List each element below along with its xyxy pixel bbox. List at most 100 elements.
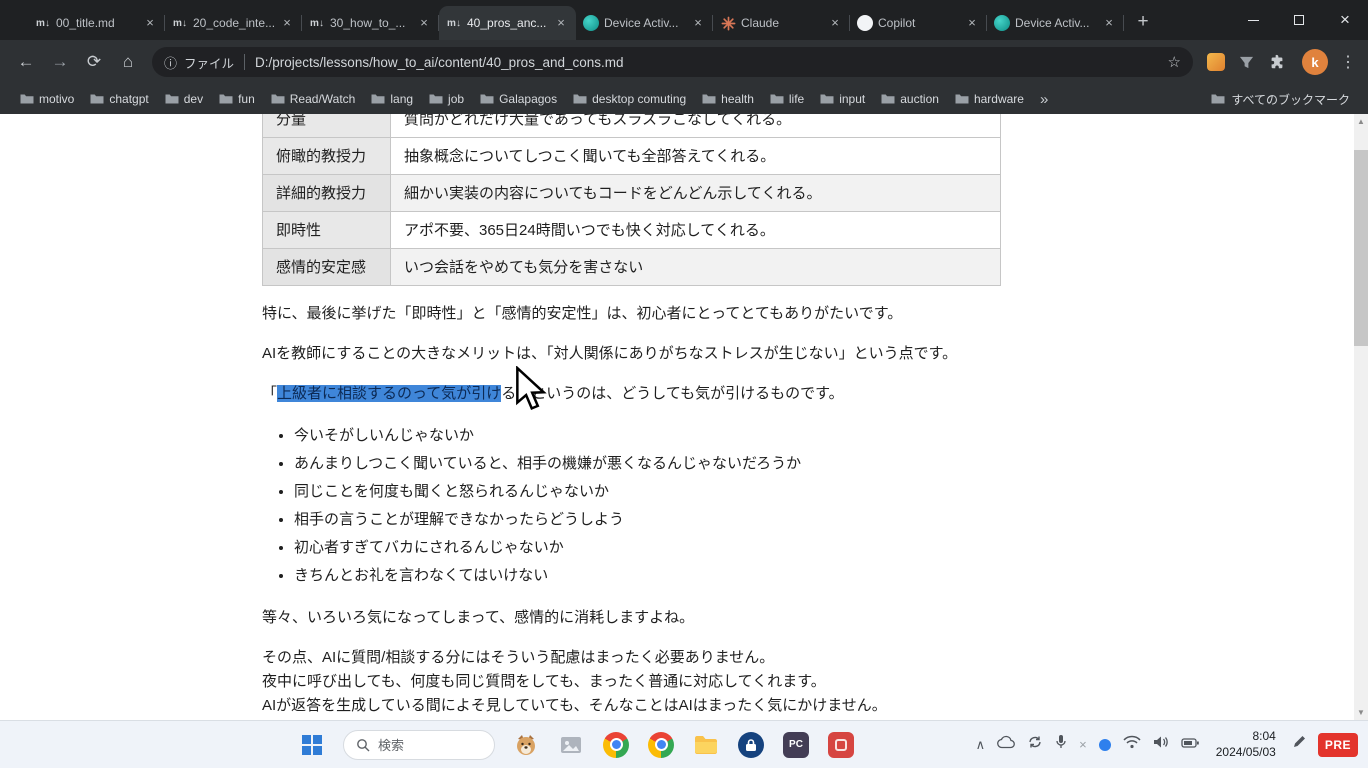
tray-chevron-icon[interactable]: ∧ <box>976 737 986 753</box>
bookmark-item[interactable]: input <box>812 89 873 109</box>
browser-tab[interactable]: m↓ 30_how_to_... × <box>302 6 439 40</box>
list-item: 今いそがしいんじゃないか <box>294 422 1100 450</box>
microphone-icon[interactable] <box>1055 734 1067 755</box>
tab-close-icon[interactable]: × <box>964 15 980 31</box>
volume-icon[interactable] <box>1153 735 1169 754</box>
mouse-cursor <box>515 366 551 414</box>
window-controls: × <box>1230 0 1368 40</box>
scroll-up-icon[interactable]: ▲ <box>1357 114 1365 129</box>
clock-time: 8:04 <box>1216 729 1276 745</box>
bookmark-label: job <box>448 92 464 106</box>
folder-icon <box>271 93 285 105</box>
bookmark-item[interactable]: health <box>694 89 762 109</box>
forward-button[interactable]: → <box>44 46 76 78</box>
browser-menu-icon[interactable]: ⋮ <box>1338 52 1358 72</box>
bookmark-item[interactable]: chatgpt <box>82 89 156 109</box>
bookmark-item[interactable]: lang <box>363 89 421 109</box>
tab-title: 20_code_inte... <box>193 16 274 30</box>
table-key-cell: 感情的安定感 <box>263 249 391 286</box>
pinned-app-file-explorer[interactable] <box>692 731 720 759</box>
tray-x-icon[interactable]: × <box>1079 737 1087 752</box>
tab-title: 00_title.md <box>56 16 137 30</box>
bookmark-item[interactable]: desktop comuting <box>565 89 694 109</box>
bookmark-label: lang <box>390 92 413 106</box>
search-placeholder: 検索 <box>378 735 404 754</box>
bookmark-item[interactable]: Galapagos <box>472 89 565 109</box>
tab-title: 40_pros_anc... <box>467 16 548 30</box>
close-window-button[interactable]: × <box>1322 0 1368 40</box>
tab-close-icon[interactable]: × <box>827 15 843 31</box>
pen-icon[interactable] <box>1292 735 1306 754</box>
tab-close-icon[interactable]: × <box>553 15 569 31</box>
minimize-button[interactable] <box>1230 0 1276 40</box>
taskbar-clock[interactable]: 8:04 2024/05/03 <box>1216 729 1276 760</box>
bookmark-item[interactable]: auction <box>873 89 947 109</box>
sync-icon[interactable] <box>1027 734 1043 755</box>
browser-tab[interactable]: Copilot × <box>850 6 987 40</box>
reload-button[interactable]: ⟳ <box>78 46 110 78</box>
bookmark-label: Read/Watch <box>290 92 356 106</box>
battery-icon[interactable] <box>1181 736 1200 754</box>
taskbar-search[interactable]: 検索 <box>343 730 495 760</box>
pinned-app-image-viewer[interactable] <box>557 731 585 759</box>
extensions-puzzle-icon[interactable] <box>1268 53 1286 71</box>
tab-close-icon[interactable]: × <box>690 15 706 31</box>
browser-tab-active[interactable]: m↓ 40_pros_anc... × <box>439 6 576 40</box>
windows-taskbar: 検索 PC ∧ × 8:04 2024/05/03 <box>0 720 1368 768</box>
network-icon[interactable] <box>1123 735 1141 754</box>
table-value-cell: 質問がどれだけ大量であってもスラスラこなしてくれる。 <box>391 114 1001 138</box>
scrollbar-thumb[interactable] <box>1354 150 1368 346</box>
bookmark-item[interactable]: dev <box>157 89 211 109</box>
pinned-app-pc[interactable]: PC <box>782 731 810 759</box>
chrome-icon <box>603 732 629 758</box>
bookmark-label: auction <box>900 92 939 106</box>
browser-tab[interactable]: m↓ 20_code_inte... × <box>165 6 302 40</box>
folder-icon <box>1211 93 1225 105</box>
home-button[interactable]: ⌂ <box>112 46 144 78</box>
bookmark-item[interactable]: motivo <box>12 89 82 109</box>
table-value-cell: 抽象概念についてしつこく聞いても全部答えてくれる。 <box>391 138 1001 175</box>
bookmark-item[interactable]: hardware <box>947 89 1032 109</box>
bookmark-item[interactable]: Read/Watch <box>263 89 364 109</box>
extension-icon-orange[interactable] <box>1207 53 1225 71</box>
tab-close-icon[interactable]: × <box>142 15 158 31</box>
page-info-icon[interactable]: ⓘ <box>164 53 177 72</box>
concerns-list: 今いそがしいんじゃないか あんまりしつこく聞いていると、相手の機嫌が悪くなるんじ… <box>262 422 1100 590</box>
extension-icon-funnel[interactable] <box>1239 55 1254 70</box>
pinned-app-dog-photo[interactable] <box>512 731 540 759</box>
browser-tab[interactable]: Device Activ... × <box>987 6 1124 40</box>
browser-tab[interactable]: Device Activ... × <box>576 6 713 40</box>
new-tab-button[interactable]: + <box>1128 7 1158 37</box>
pinned-app-red[interactable] <box>827 731 855 759</box>
maximize-button[interactable] <box>1276 0 1322 40</box>
scheme-label: ファイル <box>184 53 234 72</box>
pinned-app-chrome[interactable] <box>602 731 630 759</box>
bookmark-label: life <box>789 92 804 106</box>
tab-close-icon[interactable]: × <box>416 15 432 31</box>
pinned-app-chrome-2[interactable] <box>647 731 675 759</box>
address-bar[interactable]: ⓘ ファイル D:/projects/lessons/how_to_ai/con… <box>152 47 1193 77</box>
profile-avatar[interactable]: k <box>1302 49 1328 75</box>
scrollbar[interactable]: ▲ ▼ <box>1354 114 1368 720</box>
bookmark-star-icon[interactable]: ☆ <box>1168 53 1181 71</box>
browser-tab[interactable]: m↓ 00_title.md × <box>28 6 165 40</box>
browser-tab[interactable]: Claude × <box>713 6 850 40</box>
bookmark-item[interactable]: fun <box>211 89 263 109</box>
table-row: 詳細的教授力 細かい実装の内容についてもコードをどんどん示してくれる。 <box>263 175 1001 212</box>
bookmark-item[interactable]: life <box>762 89 812 109</box>
bookmarks-overflow-icon[interactable]: » <box>1032 91 1056 108</box>
all-bookmarks-button[interactable]: すべてのブックマーク <box>1211 91 1356 108</box>
url-text[interactable]: D:/projects/lessons/how_to_ai/content/40… <box>255 55 1160 70</box>
scroll-down-icon[interactable]: ▼ <box>1357 705 1365 720</box>
bookmark-item[interactable]: job <box>421 89 472 109</box>
blue-dot-icon[interactable] <box>1099 739 1111 751</box>
pinned-app-password-manager[interactable] <box>737 731 765 759</box>
tab-close-icon[interactable]: × <box>1101 15 1117 31</box>
start-button[interactable] <box>298 731 326 759</box>
back-button[interactable]: ← <box>10 46 42 78</box>
tab-close-icon[interactable]: × <box>279 15 295 31</box>
cloud-icon[interactable] <box>997 735 1015 754</box>
table-row: 分量 質問がどれだけ大量であってもスラスラこなしてくれる。 <box>263 114 1001 138</box>
system-tray: ∧ × 8:04 2024/05/03 PRE <box>976 729 1368 760</box>
claude-favicon-icon <box>720 15 736 31</box>
